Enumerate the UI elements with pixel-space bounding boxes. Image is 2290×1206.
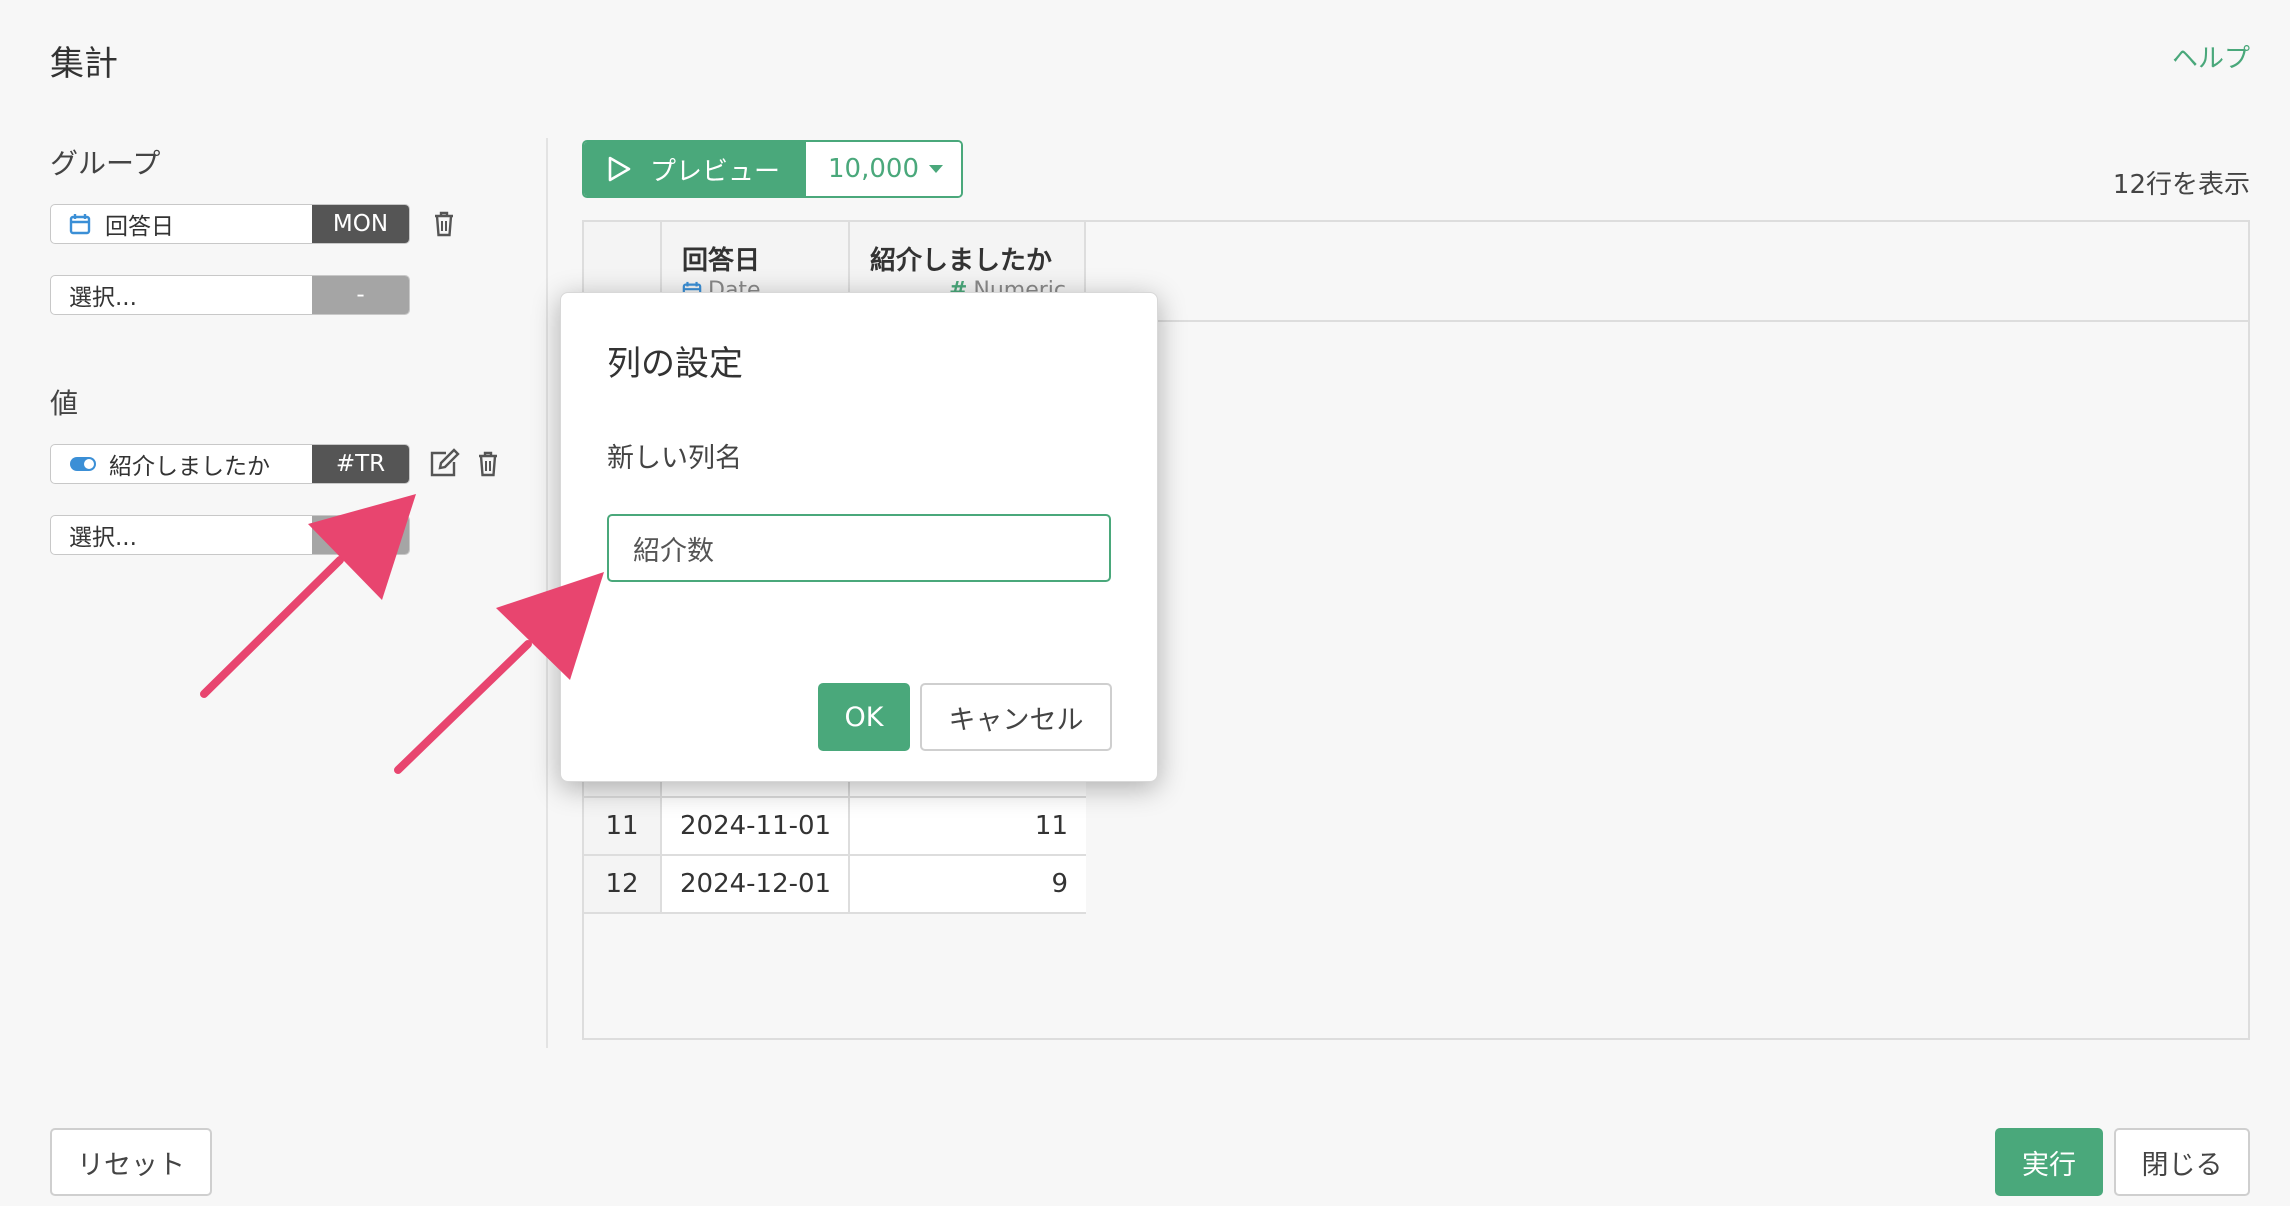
reset-button[interactable]: リセット — [50, 1128, 212, 1196]
run-button[interactable]: 実行 — [1995, 1128, 2103, 1196]
arrow-icon — [200, 494, 416, 698]
close-button[interactable]: 閉じる — [2114, 1128, 2250, 1196]
arrow-icon — [394, 572, 604, 774]
annotation-arrows — [200, 494, 604, 774]
